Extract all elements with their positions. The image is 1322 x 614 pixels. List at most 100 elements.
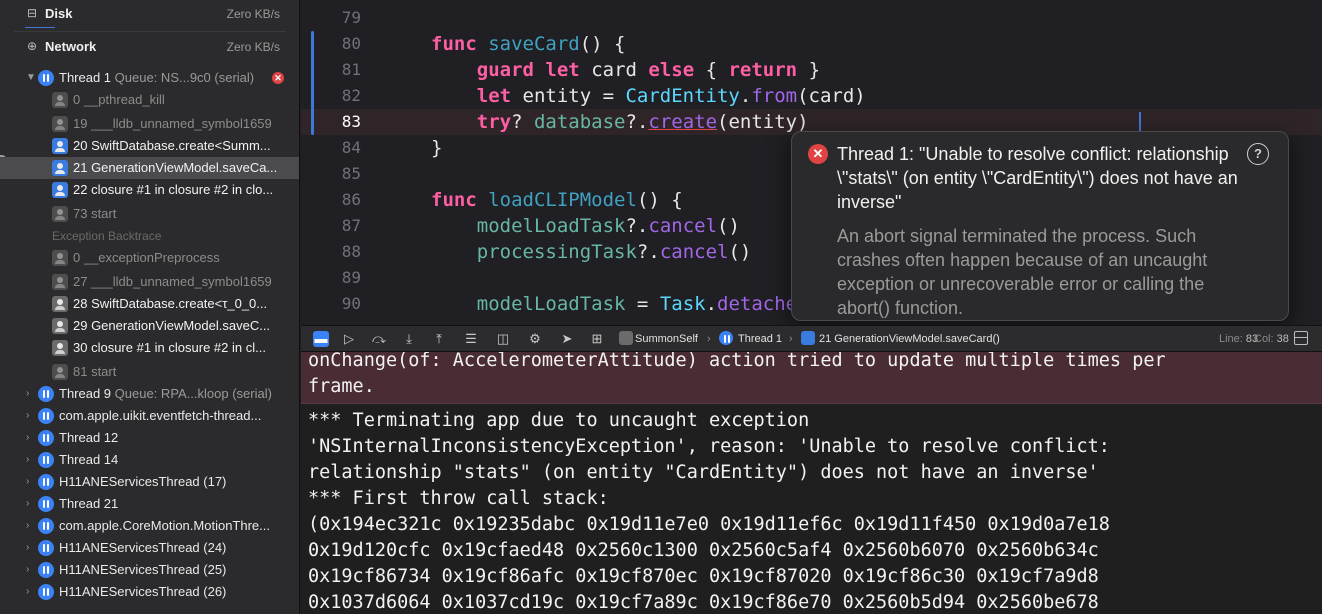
- error-icon: ✕: [808, 144, 828, 164]
- memory-graph-icon[interactable]: ◫: [495, 331, 511, 347]
- disk-value: Zero KB/s: [226, 7, 280, 21]
- code-line[interactable]: func loadCLIPModel() {: [431, 187, 683, 213]
- thread-label: Thread 9 Queue: RPA...kloop (serial): [59, 383, 272, 405]
- user-frame-icon: [52, 318, 68, 334]
- thread-icon: [38, 474, 54, 490]
- frame-row[interactable]: 0 __pthread_kill: [0, 89, 299, 111]
- step-out-icon[interactable]: ⤒: [431, 331, 447, 347]
- col-label: Col:: [1254, 333, 1274, 345]
- thread-row[interactable]: › com.apple.CoreMotion.MotionThre...: [0, 515, 299, 537]
- breadcrumb-separator-icon: ›: [789, 333, 793, 345]
- thread-name: com.apple.CoreMotion.MotionThre...: [59, 518, 270, 533]
- disk-gauge[interactable]: ⊟ Disk Zero KB/s: [0, 0, 299, 30]
- frame-label: 81 start: [73, 364, 117, 379]
- chevron-right-icon[interactable]: ›: [26, 471, 36, 493]
- thread-row[interactable]: › H11ANEServicesThread (24): [0, 537, 299, 559]
- thread-row[interactable]: › Thread 9 Queue: RPA...kloop (serial): [0, 383, 299, 405]
- exception-frame-row[interactable]: 81 start: [0, 361, 299, 383]
- thread-name: H11ANEServicesThread (17): [59, 474, 227, 489]
- chevron-right-icon[interactable]: ›: [26, 537, 36, 559]
- console-line: *** First throw call stack:: [308, 488, 609, 509]
- step-into-icon[interactable]: ⤓: [401, 331, 417, 347]
- code-line[interactable]: processingTask?.cancel(): [431, 239, 752, 265]
- frame-label: 27 ___lldb_unnamed_symbol1659: [73, 274, 272, 289]
- chevron-right-icon[interactable]: ›: [26, 427, 36, 449]
- frame-label: 21 GenerationViewModel.saveCa...: [73, 160, 278, 175]
- step-over-icon[interactable]: ⤼: [371, 331, 387, 347]
- thread-icon: [38, 562, 54, 578]
- console-line: (0x194ec321c 0x19235dabc 0x19d11e7e0 0x1…: [308, 514, 1110, 535]
- frame-row-selected[interactable]: 21 GenerationViewModel.saveCa...: [0, 157, 299, 179]
- view-hierarchy-icon[interactable]: ☰: [463, 331, 479, 347]
- thread-row[interactable]: › H11ANEServicesThread (25): [0, 559, 299, 581]
- console-line: 0x19cf86734 0x19cf86afc 0x19cf870ec 0x19…: [308, 566, 1099, 587]
- continue-icon[interactable]: ▷: [341, 331, 357, 347]
- exception-frame-row[interactable]: 27 ___lldb_unnamed_symbol1659: [0, 271, 299, 293]
- frame-label: 19 ___lldb_unnamed_symbol1659: [73, 116, 272, 131]
- exception-frame-row[interactable]: 28 SwiftDatabase.create<τ_0_0...: [0, 293, 299, 315]
- thread-name: H11ANEServicesThread (25): [59, 562, 227, 577]
- thread-row-1[interactable]: ▼ Thread 1 Queue: NS...9c0 (serial) ✕: [0, 67, 299, 89]
- thread-switch-icon[interactable]: ⊞: [589, 331, 605, 347]
- thread-row[interactable]: › H11ANEServicesThread (17): [0, 471, 299, 493]
- help-icon[interactable]: ?: [1247, 143, 1269, 165]
- system-frame-icon: [52, 92, 68, 108]
- code-line[interactable]: guard let card else { return }: [431, 57, 820, 83]
- breadcrumb-separator-icon: ›: [707, 333, 711, 345]
- line-number: 79: [341, 8, 361, 27]
- chevron-right-icon[interactable]: ›: [26, 405, 36, 427]
- system-frame-icon: [52, 206, 68, 222]
- line-number: 88: [341, 242, 361, 261]
- breadcrumb-thread[interactable]: Thread 1: [738, 331, 782, 347]
- thread-name: H11ANEServicesThread (26): [59, 584, 227, 599]
- thread-icon: [38, 70, 54, 86]
- thread-row[interactable]: › Thread 14: [0, 449, 299, 471]
- chevron-down-icon[interactable]: ▼: [26, 67, 36, 89]
- thread-icon: [38, 408, 54, 424]
- line-number: 82: [341, 86, 361, 105]
- chevron-right-icon[interactable]: ›: [26, 449, 36, 471]
- exception-frame-row[interactable]: 29 GenerationViewModel.saveC...: [0, 315, 299, 337]
- code-line[interactable]: let entity = CardEntity.from(card): [431, 83, 866, 109]
- frame-label: 22 closure #1 in closure #2 in clo...: [73, 182, 274, 197]
- simulate-location-icon[interactable]: ➤: [559, 331, 575, 347]
- code-line[interactable]: modelLoadTask = Task.detached: [431, 291, 809, 317]
- error-popover[interactable]: ✕ Thread 1: "Unable to resolve conflict:…: [791, 131, 1289, 321]
- environment-overrides-icon[interactable]: ⚙: [527, 331, 543, 347]
- thread-row[interactable]: › com.apple.uikit.eventfetch-thread...: [0, 405, 299, 427]
- frame-row[interactable]: 19 ___lldb_unnamed_symbol1659: [0, 113, 299, 135]
- thread-row[interactable]: › Thread 21: [0, 493, 299, 515]
- breadcrumb-target[interactable]: SummonSelf: [635, 331, 698, 347]
- error-badge-icon: ✕: [272, 72, 284, 84]
- code-line[interactable]: modelLoadTask?.cancel(): [431, 213, 740, 239]
- chevron-right-icon[interactable]: ›: [26, 559, 36, 581]
- chevron-right-icon[interactable]: ›: [26, 581, 36, 603]
- user-frame-icon: [52, 182, 68, 198]
- chevron-right-icon[interactable]: ›: [26, 383, 36, 405]
- frame-row[interactable]: 73 start: [0, 203, 299, 225]
- frame-row[interactable]: 20 SwiftDatabase.create<Summ...: [0, 135, 299, 157]
- disk-label: Disk: [45, 6, 73, 21]
- thread-queue: Queue: NS...9c0 (serial): [114, 70, 255, 85]
- frame-row[interactable]: 22 closure #1 in closure #2 in clo...: [0, 179, 299, 201]
- thread-row[interactable]: › Thread 12: [0, 427, 299, 449]
- exception-frame-row[interactable]: 30 closure #1 in closure #2 in cl...: [0, 337, 299, 359]
- breadcrumb-frame[interactable]: 21 GenerationViewModel.saveCard(): [819, 331, 1000, 347]
- debug-navigator: ⊟ Disk Zero KB/s ⊕ Network Zero KB/s ▼ T…: [0, 0, 300, 614]
- code-line[interactable]: }: [431, 135, 442, 161]
- console-output[interactable]: onChange(of: AccelerometerAttitude) acti…: [301, 352, 1322, 614]
- exception-frame-row[interactable]: 0 __exceptionPreprocess: [0, 247, 299, 269]
- toggle-console-icon[interactable]: [1294, 331, 1308, 345]
- chevron-right-icon[interactable]: ›: [26, 515, 36, 537]
- system-frame-icon: [52, 116, 68, 132]
- error-code-line[interactable]: try? database?.create(entity): [431, 109, 809, 135]
- user-frame-icon: [52, 138, 68, 154]
- code-line[interactable]: func saveCard() {: [431, 31, 626, 57]
- breakpoints-toggle-icon[interactable]: ▬: [313, 331, 329, 347]
- thread-row[interactable]: › H11ANEServicesThread (26): [0, 581, 299, 603]
- chevron-right-icon[interactable]: ›: [26, 493, 36, 515]
- system-frame-icon: [52, 274, 68, 290]
- thread-icon: [38, 540, 54, 556]
- network-gauge[interactable]: ⊕ Network Zero KB/s: [0, 33, 299, 63]
- console-line: 'NSInternalInconsistencyException', reas…: [308, 436, 1110, 457]
